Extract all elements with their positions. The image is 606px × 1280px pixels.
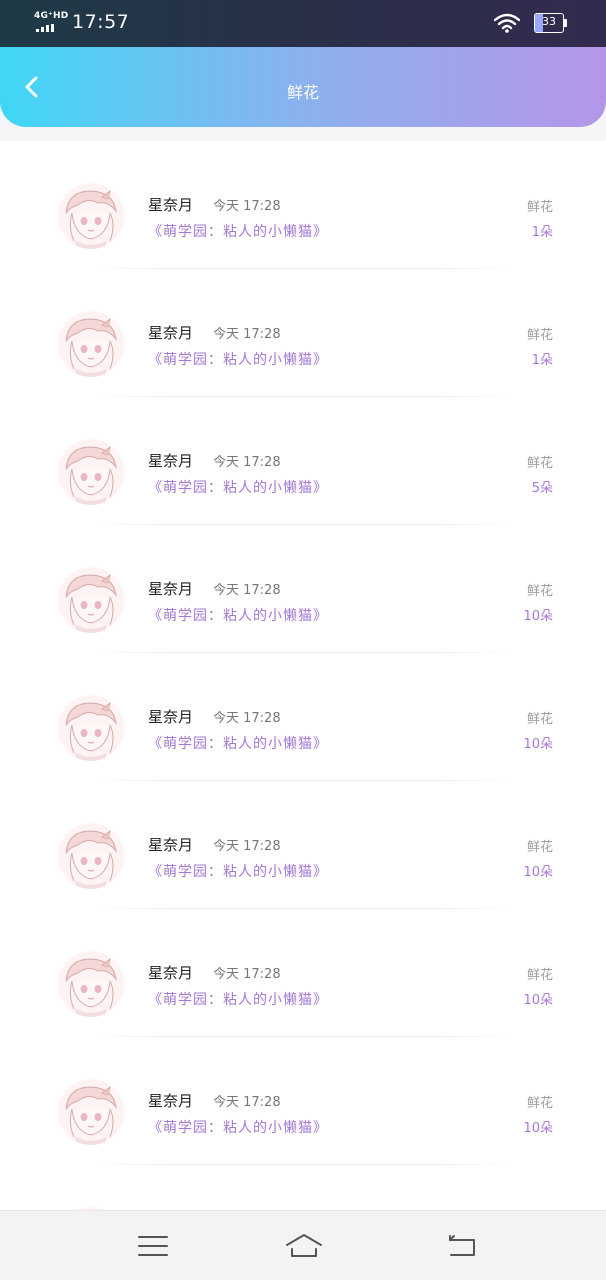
list-item[interactable]: 星奈月 今天 17:28 《萌学园：粘人的小懒猫》 鲜花 1朵 bbox=[0, 269, 606, 397]
page-title: 鲜花 bbox=[286, 83, 319, 102]
book-title-link[interactable]: 《萌学园：粘人的小懒猫》 bbox=[148, 733, 328, 753]
user-name: 星奈月 bbox=[148, 580, 194, 598]
gift-count: 10朵 bbox=[523, 1121, 553, 1136]
user-name: 星奈月 bbox=[148, 708, 194, 726]
user-name: 星奈月 bbox=[148, 196, 194, 214]
avatar[interactable] bbox=[58, 823, 124, 889]
menu-icon[interactable] bbox=[136, 1231, 170, 1261]
list-item[interactable]: 星奈月 今天 17:28 《萌学园：粘人的小懒猫》 鲜花 10朵 bbox=[0, 525, 606, 653]
row-divider bbox=[88, 1164, 518, 1165]
book-title-link[interactable]: 《萌学园：粘人的小懒猫》 bbox=[148, 861, 328, 881]
gift-time: 今天 17:28 bbox=[213, 967, 281, 982]
gift-time: 今天 17:28 bbox=[213, 327, 281, 342]
avatar[interactable] bbox=[58, 951, 124, 1017]
avatar-illustration bbox=[58, 823, 124, 889]
gift-time: 今天 17:28 bbox=[213, 199, 281, 214]
home-icon[interactable] bbox=[284, 1231, 324, 1261]
battery-icon: 33 bbox=[534, 13, 564, 33]
book-title-link[interactable]: 《萌学园：粘人的小懒猫》 bbox=[148, 221, 328, 241]
gift-time: 今天 17:28 bbox=[213, 1095, 281, 1110]
avatar-illustration bbox=[58, 695, 124, 761]
gift-count: 10朵 bbox=[523, 737, 553, 752]
battery-tip bbox=[564, 19, 567, 27]
book-title-link[interactable]: 《萌学园：粘人的小懒猫》 bbox=[148, 1117, 328, 1137]
gift-time: 今天 17:28 bbox=[213, 839, 281, 854]
gift-type-label: 鲜花 bbox=[526, 712, 553, 727]
list-item[interactable]: 星奈月 今天 17:28 《萌学园：粘人的小懒猫》 鲜花 10朵 bbox=[0, 653, 606, 781]
list-item[interactable]: 星奈月 今天 17:28 《萌学园：粘人的小懒猫》 鲜花 10朵 bbox=[0, 909, 606, 1037]
avatar-illustration bbox=[58, 439, 124, 505]
gift-type-label: 鲜花 bbox=[526, 1096, 553, 1111]
avatar[interactable] bbox=[58, 1079, 124, 1145]
gift-count: 1朵 bbox=[531, 225, 553, 240]
book-title-link[interactable]: 《萌学园：粘人的小懒猫》 bbox=[148, 349, 328, 369]
list-item[interactable]: 星奈月 今天 17:28 《萌学园：粘人的小懒猫》 鲜花 5朵 bbox=[0, 397, 606, 525]
network-type: 4G⁺HD bbox=[34, 11, 69, 21]
status-time: 17:57 bbox=[72, 11, 130, 33]
gift-type-label: 鲜花 bbox=[526, 200, 553, 215]
avatar[interactable] bbox=[58, 439, 124, 505]
gift-time: 今天 17:28 bbox=[213, 711, 281, 726]
app-header: 鲜花 bbox=[0, 47, 606, 127]
book-title-link[interactable]: 《萌学园：粘人的小懒猫》 bbox=[148, 989, 328, 1009]
book-title-link[interactable]: 《萌学园：粘人的小懒猫》 bbox=[148, 477, 328, 497]
avatar[interactable] bbox=[58, 695, 124, 761]
avatar-illustration bbox=[58, 951, 124, 1017]
user-name: 星奈月 bbox=[148, 1092, 194, 1110]
system-nav-bar bbox=[0, 1210, 606, 1280]
avatar-illustration bbox=[58, 1079, 124, 1145]
book-title-link[interactable]: 《萌学园：粘人的小懒猫》 bbox=[148, 605, 328, 625]
user-name: 星奈月 bbox=[148, 452, 194, 470]
list-item[interactable]: 星奈月 今天 17:28 《萌学园：粘人的小懒猫》 鲜花 10朵 bbox=[0, 1037, 606, 1165]
gift-count: 10朵 bbox=[523, 993, 553, 1008]
gift-time: 今天 17:28 bbox=[213, 455, 281, 470]
gift-type-label: 鲜花 bbox=[526, 584, 553, 599]
battery-level: 33 bbox=[542, 15, 556, 28]
gift-count: 1朵 bbox=[531, 353, 553, 368]
gift-type-label: 鲜花 bbox=[526, 968, 553, 983]
list-item[interactable]: 星奈月 今天 17:28 《萌学园：粘人的小懒猫》 鲜花 10朵 bbox=[0, 781, 606, 909]
avatar[interactable] bbox=[58, 567, 124, 633]
signal-icon bbox=[36, 24, 54, 32]
gift-count: 10朵 bbox=[523, 865, 553, 880]
avatar-illustration bbox=[58, 183, 124, 249]
user-name: 星奈月 bbox=[148, 836, 194, 854]
avatar-illustration bbox=[58, 567, 124, 633]
avatar[interactable] bbox=[58, 311, 124, 377]
user-name: 星奈月 bbox=[148, 964, 194, 982]
status-bar: 4G⁺HD 17:57 33 bbox=[0, 0, 606, 47]
gift-count: 5朵 bbox=[531, 481, 553, 496]
gift-time: 今天 17:28 bbox=[213, 583, 281, 598]
back-icon[interactable] bbox=[446, 1231, 480, 1261]
avatar[interactable] bbox=[58, 183, 124, 249]
list-item[interactable]: 星奈月 今天 17:28 《萌学园：粘人的小懒猫》 鲜花 1朵 bbox=[0, 141, 606, 269]
user-name: 星奈月 bbox=[148, 324, 194, 342]
gift-count: 10朵 bbox=[523, 609, 553, 624]
wifi-icon bbox=[494, 13, 520, 33]
gift-type-label: 鲜花 bbox=[526, 840, 553, 855]
flower-gift-list: 星奈月 今天 17:28 《萌学园：粘人的小懒猫》 鲜花 1朵 星奈月 今天 1… bbox=[0, 141, 606, 1210]
gift-type-label: 鲜花 bbox=[526, 456, 553, 471]
gift-type-label: 鲜花 bbox=[526, 328, 553, 343]
avatar-illustration bbox=[58, 311, 124, 377]
